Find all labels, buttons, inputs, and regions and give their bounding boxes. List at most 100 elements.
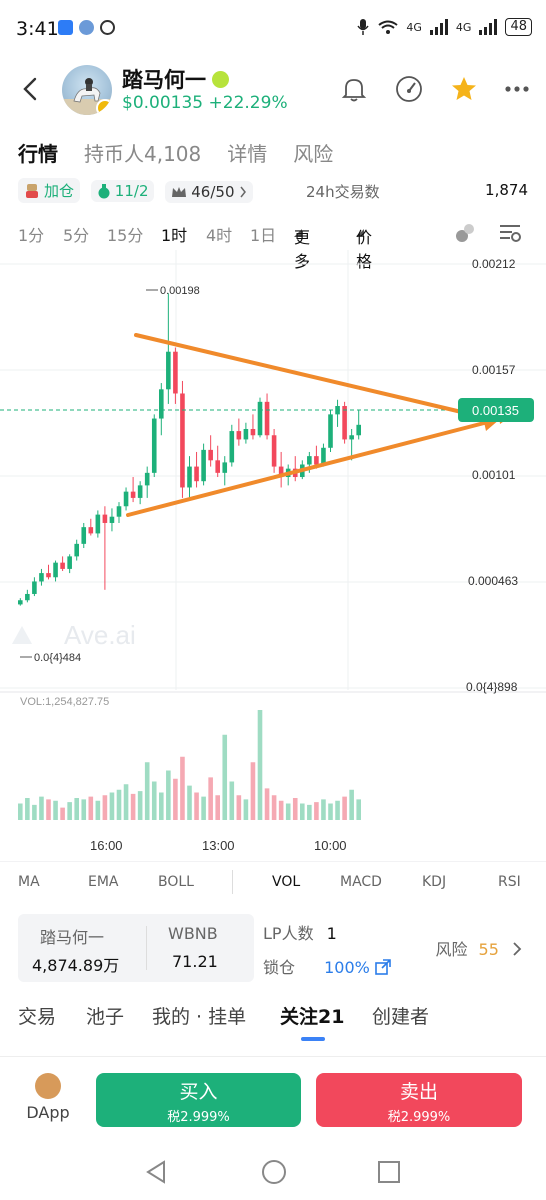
watermark-text: Ave.ai	[64, 620, 136, 650]
price-axis-label: 0.00101	[472, 468, 516, 482]
candle	[39, 568, 44, 586]
candle-body	[166, 351, 171, 390]
tab-creator[interactable]: 创建者	[372, 1002, 429, 1029]
add-position-chip[interactable]: 加仓	[18, 178, 81, 203]
battery-indicator: 48	[505, 18, 532, 36]
indicator-kdj[interactable]: KDJ	[422, 874, 446, 890]
candle	[130, 477, 136, 503]
status-time: 3:41	[16, 18, 59, 40]
favorite-star-icon[interactable]	[450, 75, 478, 103]
more-options-icon[interactable]	[504, 84, 530, 94]
indicator-ma[interactable]: MA	[18, 874, 40, 890]
interval-1h[interactable]: 1时	[161, 222, 187, 246]
volume-bar	[180, 756, 185, 820]
candle	[236, 418, 242, 446]
volume-bar	[144, 762, 150, 820]
interval-1d[interactable]: 1日	[250, 222, 276, 246]
tab-risk[interactable]: 风险	[293, 138, 333, 167]
back-arrow-icon[interactable]	[18, 76, 44, 102]
price-axis-label: 0.0{4}898	[466, 680, 518, 694]
candle-body	[328, 414, 333, 448]
interval-15m[interactable]: 15分	[107, 222, 143, 246]
candle	[137, 481, 143, 505]
time-tick: 13:00	[202, 838, 235, 853]
speedometer-icon[interactable]	[394, 74, 424, 104]
candle-body	[236, 431, 242, 440]
lock-info[interactable]: 锁仓 100%	[263, 954, 391, 978]
interval-4h[interactable]: 4时	[206, 222, 232, 246]
nav-recents-icon[interactable]	[377, 1160, 401, 1184]
price-chart[interactable]: Ave.ai 0.00135 0.00212 0.00157 0.00101 0…	[0, 250, 546, 863]
candle	[215, 445, 220, 478]
chevron-right-icon	[513, 942, 522, 956]
holders-ratio-chip[interactable]: 11/2	[90, 179, 155, 202]
volume-bar	[95, 800, 101, 820]
candle-body	[95, 514, 101, 534]
risk-score[interactable]: 风险 55	[435, 936, 522, 960]
volume-bar	[32, 804, 37, 820]
sell-button[interactable]: 卖出 税2.999%	[316, 1073, 522, 1127]
candle	[292, 456, 298, 482]
token-avatar	[62, 65, 112, 115]
price-mode-dropdown[interactable]: 价格	[356, 222, 372, 271]
holders-ratio: 11/2	[114, 181, 149, 200]
candle-body	[53, 562, 58, 578]
tab-trades[interactable]: 交易	[18, 1002, 56, 1029]
candle-body	[229, 431, 235, 463]
candle	[18, 598, 23, 606]
chart-style-icon[interactable]	[454, 222, 476, 244]
candle	[60, 556, 65, 572]
alarm-icon	[100, 20, 115, 35]
nav-back-icon[interactable]	[144, 1160, 168, 1184]
main-tabs: 行情 持币人4,108 详情 风险	[18, 138, 333, 167]
tab-holders[interactable]: 持币人4,108	[84, 138, 201, 167]
candle	[180, 380, 185, 498]
dapp-button[interactable]: DApp	[22, 1073, 74, 1131]
candle-body	[342, 406, 347, 440]
price-axis-label: 0.00212	[472, 257, 516, 271]
candle-body	[137, 485, 143, 498]
bell-icon[interactable]	[340, 75, 368, 103]
risk-label: 风险	[435, 940, 468, 959]
stats-row: 加仓 11/2 46/50 24h交易数 1,874	[18, 178, 528, 208]
crown-ratio-chip[interactable]: 46/50	[165, 180, 253, 203]
candle	[222, 456, 228, 486]
candle-body	[271, 435, 277, 467]
time-axis-labels: 16:00 13:00 10:00	[90, 838, 347, 853]
indicator-vol[interactable]: VOL	[272, 874, 300, 890]
lock-label: 锁仓	[263, 958, 296, 977]
tab-following[interactable]: 关注21	[280, 1002, 344, 1029]
add-position-label: 加仓	[44, 182, 75, 200]
interval-5m[interactable]: 5分	[63, 222, 89, 246]
indicator-ema[interactable]: EMA	[88, 874, 119, 890]
chevron-right-icon	[239, 186, 246, 197]
volume-bar	[271, 795, 277, 820]
volume-bar	[116, 789, 122, 820]
tab-market[interactable]: 行情	[18, 138, 58, 167]
indicator-macd[interactable]: MACD	[340, 874, 382, 890]
chart-settings-icon[interactable]	[498, 222, 522, 244]
volume-bar	[194, 792, 199, 820]
candle-body	[60, 562, 65, 569]
system-nav-bar	[0, 1140, 546, 1200]
tab-my-orders[interactable]: 我的 · 挂单	[152, 1002, 246, 1029]
tab-pool[interactable]: 池子	[86, 1002, 124, 1029]
indicator-rsi[interactable]: RSI	[498, 874, 521, 890]
volume-bar	[342, 796, 347, 820]
buy-button[interactable]: 买入 税2.999%	[96, 1073, 301, 1127]
candle-body	[250, 428, 256, 436]
candle-body	[201, 449, 206, 482]
nav-home-icon[interactable]	[260, 1158, 288, 1186]
microphone-icon	[357, 19, 370, 35]
buy-label: 买入	[179, 1081, 218, 1103]
indicator-boll[interactable]: BOLL	[158, 874, 194, 890]
high-annotation: 0.00198	[160, 285, 200, 297]
volume-bar	[222, 734, 228, 820]
status-notification-icons	[58, 20, 115, 35]
dapp-label: DApp	[26, 1103, 70, 1122]
watermark: Ave.ai	[12, 620, 136, 650]
candle	[144, 466, 150, 498]
tab-details[interactable]: 详情	[227, 138, 267, 167]
interval-1m[interactable]: 1分	[18, 222, 44, 246]
more-intervals-dropdown[interactable]: 更多	[294, 222, 310, 271]
